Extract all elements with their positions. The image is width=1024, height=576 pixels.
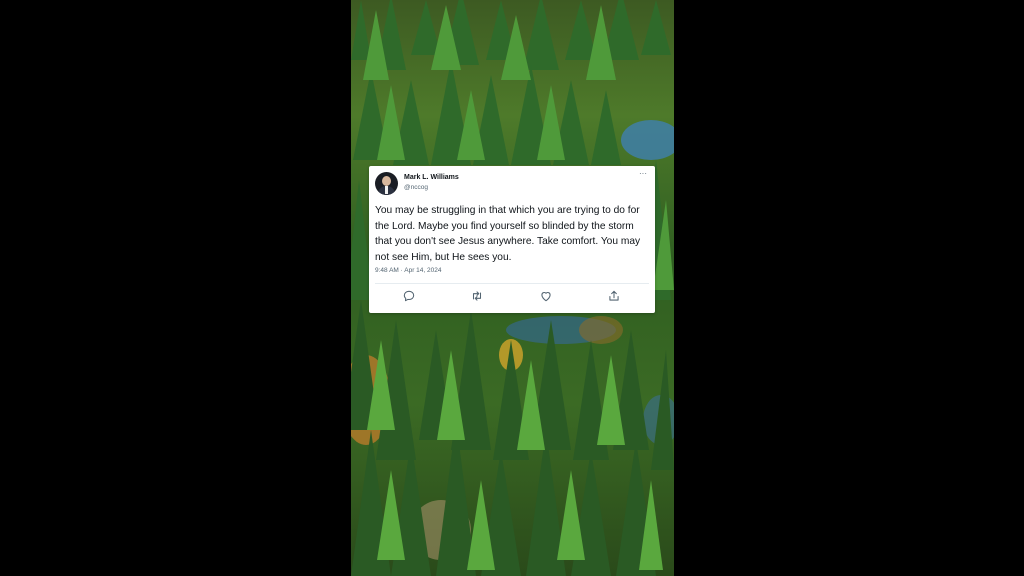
share-button[interactable] [607, 289, 621, 303]
divider [375, 283, 649, 284]
reply-button[interactable] [402, 289, 416, 303]
tweet-card[interactable]: Mark L. Williams @nccog ··· You may be s… [369, 166, 655, 313]
retweet-icon [472, 291, 482, 301]
author-name[interactable]: Mark L. Williams [404, 174, 459, 181]
author-handle[interactable]: @nccog [404, 184, 428, 191]
tweet-timestamp[interactable]: 9:48 AM · Apr 14, 2024 [375, 267, 442, 274]
tweet-text: You may be struggling in that which you … [375, 205, 641, 263]
like-button[interactable] [539, 289, 553, 303]
share-icon [609, 290, 619, 301]
like-icon [541, 292, 551, 302]
avatar[interactable] [375, 172, 398, 195]
reply-icon [403, 290, 415, 302]
avatar-face [382, 176, 391, 186]
video-frame: Mark L. Williams @nccog ··· You may be s… [0, 0, 1024, 576]
retweet-button[interactable] [470, 289, 484, 303]
avatar-shirt [385, 186, 388, 194]
more-options-icon[interactable]: ··· [639, 169, 647, 178]
